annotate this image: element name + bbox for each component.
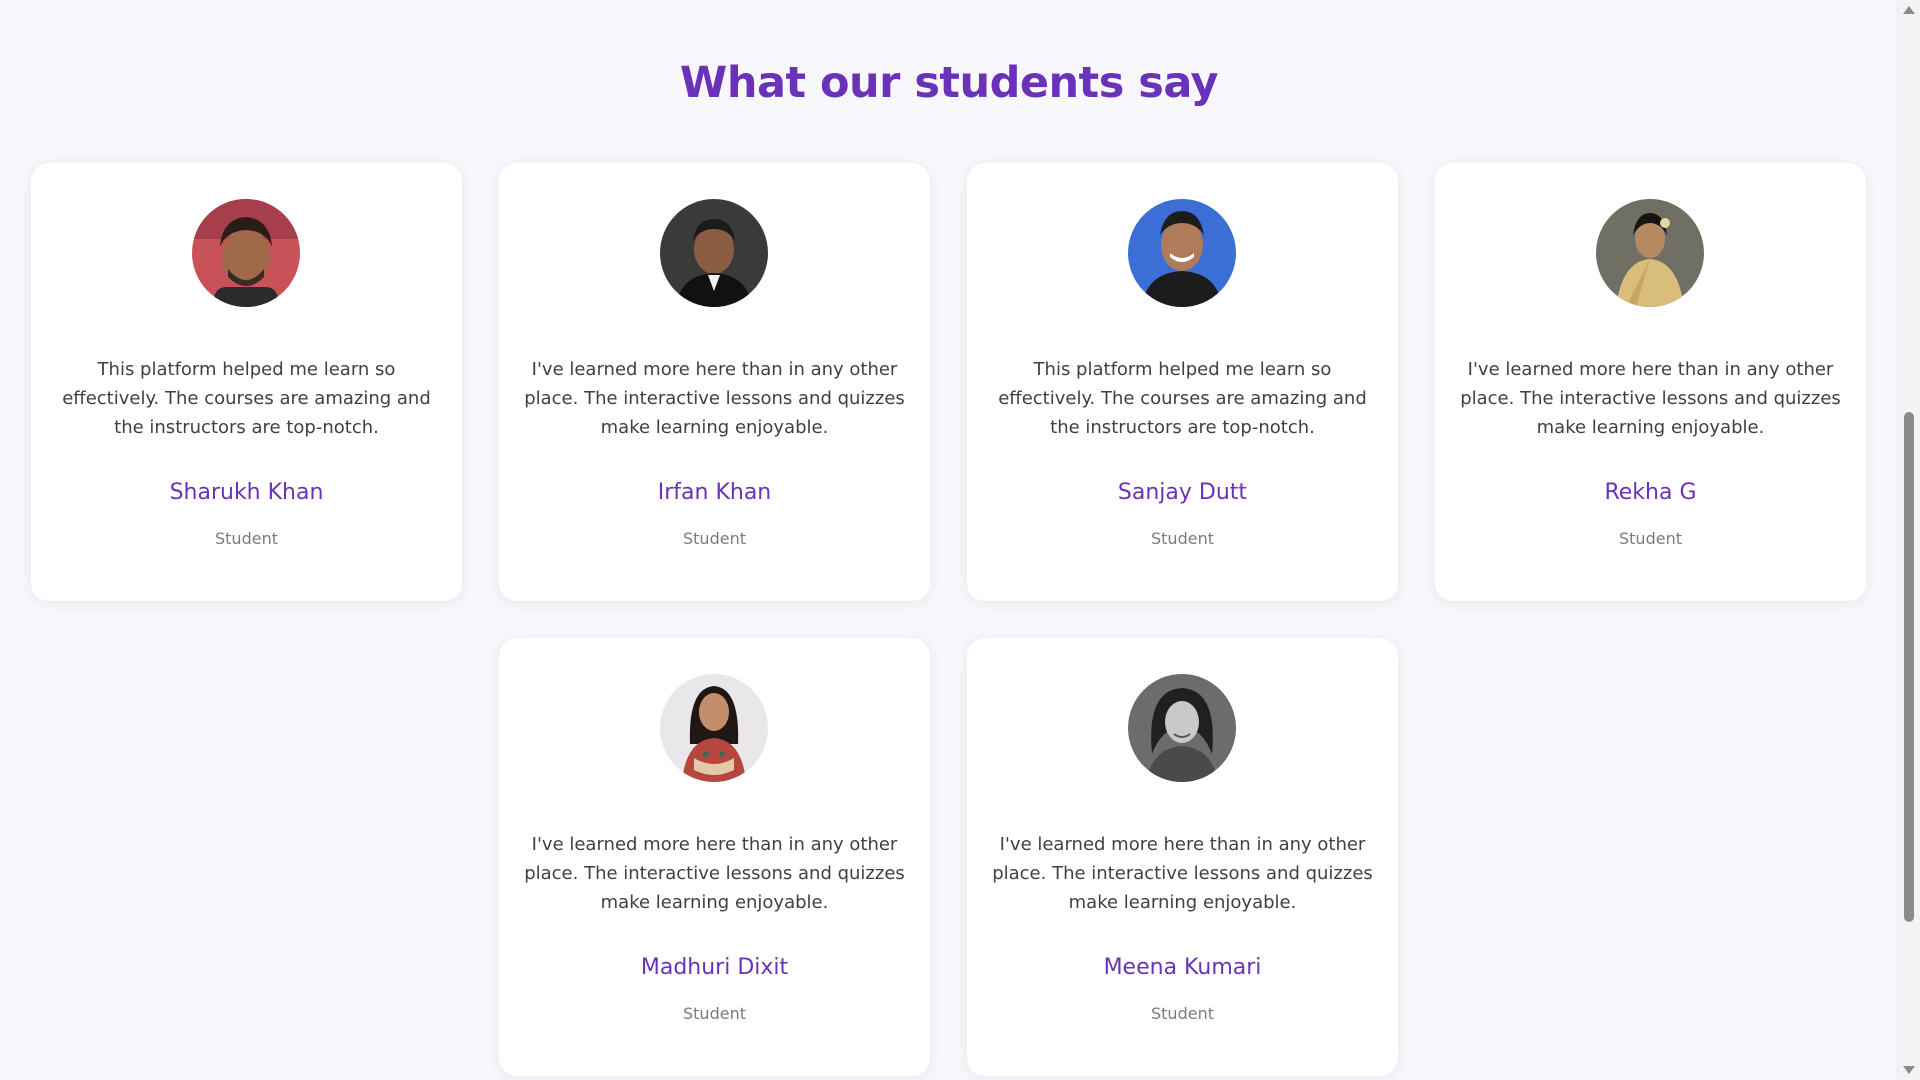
avatar bbox=[192, 199, 300, 307]
student-name: Sharukh Khan bbox=[169, 480, 324, 505]
student-role: Student bbox=[1151, 529, 1214, 548]
vertical-scrollbar[interactable] bbox=[1897, 0, 1920, 1080]
testimonial-quote: This platform helped me learn so effecti… bbox=[62, 359, 431, 438]
student-photo-icon bbox=[1596, 199, 1704, 307]
student-name: Madhuri Dixit bbox=[640, 955, 789, 980]
avatar bbox=[660, 674, 768, 782]
student-name: Irfan Khan bbox=[657, 480, 772, 505]
student-photo-icon bbox=[1128, 674, 1236, 782]
scroll-thumb[interactable] bbox=[1904, 412, 1914, 922]
student-name: Sanjay Dutt bbox=[1117, 480, 1248, 505]
avatar bbox=[1128, 199, 1236, 307]
student-role: Student bbox=[1151, 1004, 1214, 1023]
student-name: Meena Kumari bbox=[1103, 955, 1262, 980]
testimonials-page: What our students say This platform help… bbox=[0, 0, 1898, 1080]
testimonial-card: I've learned more here than in any other… bbox=[967, 638, 1398, 1076]
student-role: Student bbox=[1619, 529, 1682, 548]
scroll-down-arrow-icon[interactable] bbox=[1903, 1066, 1915, 1074]
student-role: Student bbox=[683, 529, 746, 548]
testimonials-grid: This platform helped me learn so effecti… bbox=[0, 0, 1898, 1080]
testimonial-card: This platform helped me learn so effecti… bbox=[967, 163, 1398, 601]
testimonial-card: I've learned more here than in any other… bbox=[499, 638, 930, 1076]
student-role: Student bbox=[683, 1004, 746, 1023]
testimonial-quote: I've learned more here than in any other… bbox=[524, 359, 905, 438]
testimonial-card: I've learned more here than in any other… bbox=[1435, 163, 1866, 601]
testimonial-card: This platform helped me learn so effecti… bbox=[31, 163, 462, 601]
student-role: Student bbox=[215, 529, 278, 548]
scroll-up-arrow-icon[interactable] bbox=[1903, 6, 1915, 14]
student-photo-icon bbox=[660, 674, 768, 782]
avatar bbox=[1128, 674, 1236, 782]
testimonial-quote: I've learned more here than in any other… bbox=[992, 834, 1373, 913]
testimonial-quote: This platform helped me learn so effecti… bbox=[998, 359, 1367, 438]
student-photo-icon bbox=[192, 199, 300, 307]
testimonial-card: I've learned more here than in any other… bbox=[499, 163, 930, 601]
student-name: Rekha G bbox=[1604, 480, 1697, 505]
student-photo-icon bbox=[660, 199, 768, 307]
student-photo-icon bbox=[1128, 199, 1236, 307]
testimonial-quote: I've learned more here than in any other… bbox=[524, 834, 905, 913]
avatar bbox=[1596, 199, 1704, 307]
testimonial-quote: I've learned more here than in any other… bbox=[1460, 359, 1841, 438]
avatar bbox=[660, 199, 768, 307]
